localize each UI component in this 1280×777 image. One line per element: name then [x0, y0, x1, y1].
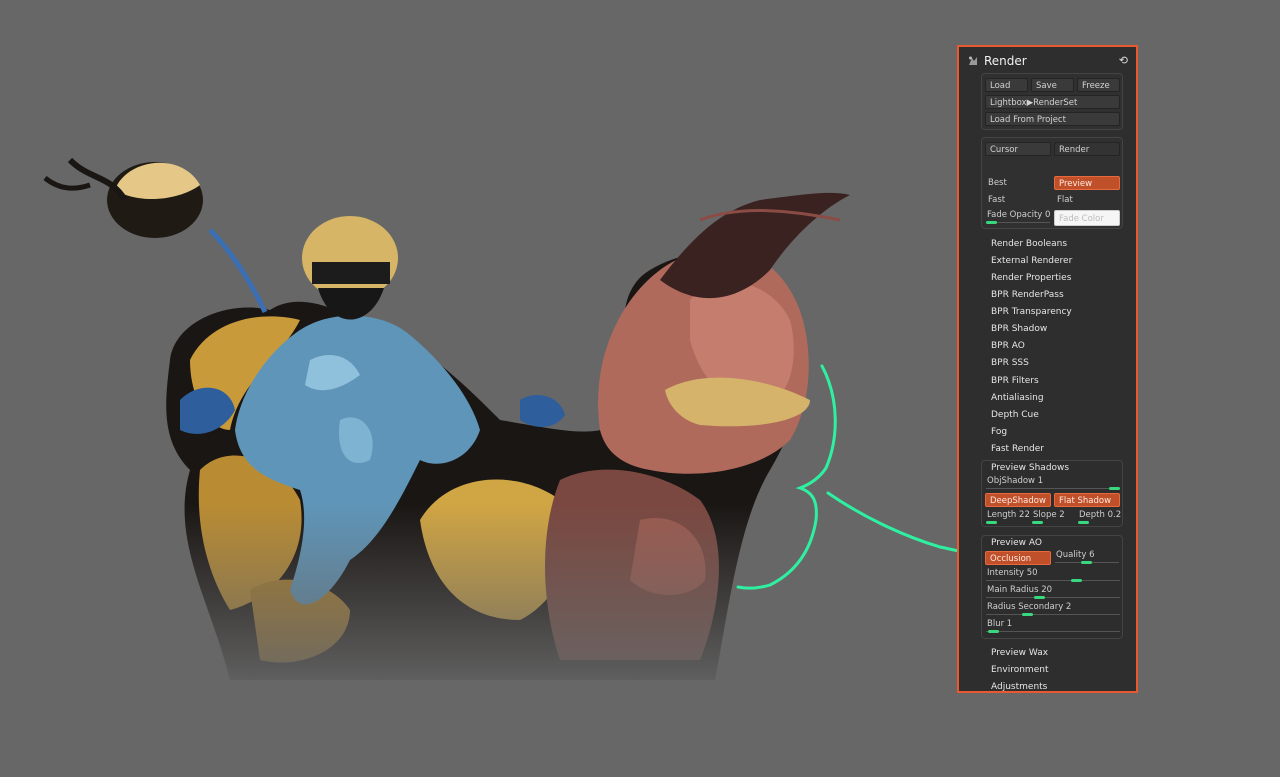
- slider-thumb[interactable]: [1034, 596, 1045, 599]
- render-button[interactable]: Render: [1054, 142, 1120, 156]
- reset-icon[interactable]: ⟲: [1119, 54, 1128, 67]
- preview-button[interactable]: Preview: [1054, 176, 1120, 190]
- length-value: 22: [1019, 510, 1030, 520]
- best-button[interactable]: Best: [988, 178, 1007, 188]
- ao-blur-slider[interactable]: Blur 1: [984, 619, 1122, 633]
- freeze-button[interactable]: Freeze: [1077, 78, 1120, 92]
- palette-title: Render: [984, 54, 1027, 68]
- preview-ao-group: Preview AO Occlusion Quality 6 Intensity…: [981, 535, 1123, 639]
- ao-radius-secondary-slider[interactable]: Radius Secondary 2: [984, 602, 1122, 616]
- menu-adjustments[interactable]: Adjustments: [991, 682, 1047, 692]
- length-label: Length: [987, 510, 1017, 520]
- menu-bpr-ao[interactable]: BPR AO: [991, 341, 1025, 351]
- lightbox-renderset-button[interactable]: Lightbox▶RenderSet: [985, 95, 1120, 109]
- viewport-canvas[interactable]: [0, 0, 942, 773]
- objshadow-label: ObjShadow: [987, 476, 1035, 486]
- deep-shadow-button[interactable]: DeepShadow: [985, 493, 1051, 507]
- slider-thumb[interactable]: [1078, 521, 1089, 524]
- menu-depth-cue[interactable]: Depth Cue: [991, 410, 1039, 420]
- load-from-project-button[interactable]: Load From Project: [985, 112, 1120, 126]
- ao-quality-value: 6: [1089, 550, 1095, 560]
- occlusion-button[interactable]: Occlusion: [985, 551, 1051, 565]
- slider-thumb[interactable]: [986, 521, 997, 524]
- flat-button[interactable]: Flat: [1057, 195, 1073, 205]
- slider-thumb[interactable]: [1071, 579, 1082, 582]
- objshadow-slider[interactable]: ObjShadow 1: [984, 476, 1122, 490]
- preview-shadows-group: Preview Shadows ObjShadow 1 DeepShadow F…: [981, 460, 1123, 527]
- ao-blur-label: Blur: [987, 619, 1005, 629]
- slope-label: Slope: [1033, 510, 1057, 520]
- slider-thumb[interactable]: [1109, 487, 1120, 490]
- menu-bpr-shadow[interactable]: BPR Shadow: [991, 324, 1047, 334]
- slider-track: [986, 631, 1120, 632]
- ao-radius-secondary-label: Radius Secondary: [987, 602, 1064, 612]
- fade-opacity-value: 0: [1045, 210, 1051, 220]
- menu-bpr-sss[interactable]: BPR SSS: [991, 358, 1029, 368]
- slider-thumb[interactable]: [988, 630, 999, 633]
- render-palette: Render ⟲ Load Save Freeze Lightbox▶Rende…: [957, 45, 1138, 693]
- depth-slider[interactable]: Depth 0.2: [1076, 510, 1121, 524]
- slider-track: [986, 597, 1120, 598]
- ao-radius-secondary-value: 2: [1065, 602, 1072, 612]
- slope-slider[interactable]: Slope 2: [1030, 510, 1075, 524]
- slope-value: 2: [1059, 510, 1065, 520]
- menu-render-booleans[interactable]: Render Booleans: [991, 239, 1067, 249]
- ao-main-radius-value: 20: [1041, 585, 1053, 595]
- menu-bpr-filters[interactable]: BPR Filters: [991, 376, 1039, 386]
- fade-opacity-slider[interactable]: Fade Opacity 0: [984, 210, 1052, 224]
- menu-antialiasing[interactable]: Antialiasing: [991, 393, 1044, 403]
- objshadow-value: 1: [1037, 476, 1044, 486]
- save-button[interactable]: Save: [1031, 78, 1074, 92]
- slider-track: [986, 488, 1120, 489]
- preview-ao-title[interactable]: Preview AO: [991, 538, 1042, 548]
- ao-intensity-slider[interactable]: Intensity 50: [984, 568, 1122, 582]
- ao-intensity-value: 50: [1026, 568, 1038, 578]
- depth-value: 0.2: [1107, 510, 1122, 520]
- ao-intensity-label: Intensity: [987, 568, 1024, 578]
- fast-button[interactable]: Fast: [988, 195, 1005, 205]
- slider-thumb[interactable]: [1032, 521, 1043, 524]
- menu-environment[interactable]: Environment: [991, 665, 1048, 675]
- ao-blur-value: 1: [1006, 619, 1013, 629]
- fade-color-swatch[interactable]: Fade Color: [1054, 210, 1120, 226]
- ao-main-radius-slider[interactable]: Main Radius 20: [984, 585, 1122, 599]
- slider-track: [986, 580, 1120, 581]
- ao-quality-slider[interactable]: Quality 6: [1053, 550, 1121, 564]
- render-mode-group: Cursor Render Best Preview Fast Flat Fad…: [981, 137, 1123, 229]
- fade-opacity-label: Fade Opacity: [987, 210, 1043, 220]
- menu-fog[interactable]: Fog: [991, 427, 1007, 437]
- render-palette-header[interactable]: Render ⟲: [967, 53, 1128, 71]
- length-slider[interactable]: Length 22: [984, 510, 1030, 524]
- menu-bpr-transparency[interactable]: BPR Transparency: [991, 307, 1072, 317]
- ao-main-radius-label: Main Radius: [987, 585, 1039, 595]
- cursor-button[interactable]: Cursor: [985, 142, 1051, 156]
- flat-shadow-button[interactable]: Flat Shadow: [1054, 493, 1120, 507]
- slider-thumb[interactable]: [1081, 561, 1092, 564]
- menu-external-renderer[interactable]: External Renderer: [991, 256, 1072, 266]
- ao-quality-label: Quality: [1056, 550, 1087, 560]
- menu-preview-wax[interactable]: Preview Wax: [991, 648, 1048, 658]
- slider-thumb[interactable]: [986, 221, 997, 224]
- preview-shadows-title[interactable]: Preview Shadows: [991, 463, 1069, 473]
- sculpt-render: [0, 0, 942, 700]
- menu-bpr-renderpass[interactable]: BPR RenderPass: [991, 290, 1064, 300]
- render-palette-icon: [969, 56, 977, 65]
- slider-track: [986, 614, 1120, 615]
- load-button[interactable]: Load: [985, 78, 1028, 92]
- menu-render-properties[interactable]: Render Properties: [991, 273, 1071, 283]
- file-group: Load Save Freeze Lightbox▶RenderSet Load…: [981, 73, 1123, 130]
- depth-label: Depth: [1079, 510, 1105, 520]
- slider-thumb[interactable]: [1022, 613, 1033, 616]
- menu-fast-render[interactable]: Fast Render: [991, 444, 1044, 454]
